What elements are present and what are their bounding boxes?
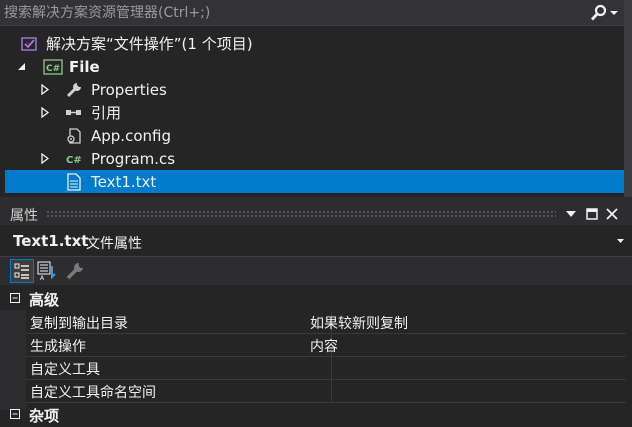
collapse-box-icon[interactable] bbox=[10, 293, 20, 303]
solution-icon bbox=[21, 35, 39, 53]
search-button[interactable] bbox=[590, 2, 622, 24]
tree-label-solution: 解决方案“文件操作”(1 个项目) bbox=[46, 35, 253, 53]
property-pages-button[interactable] bbox=[63, 259, 87, 283]
object-selector[interactable]: Text1.txt 文件属性 bbox=[0, 226, 632, 257]
properties-toolbar: A bbox=[0, 257, 632, 285]
property-value[interactable]: 内容 bbox=[310, 336, 338, 356]
column-divider bbox=[331, 380, 332, 402]
drag-grip[interactable] bbox=[46, 210, 556, 218]
property-name: 自定义工具 bbox=[30, 362, 100, 378]
tree-label-app-config: App.config bbox=[91, 126, 171, 145]
category-label: 杂项 bbox=[29, 407, 60, 425]
tree-item-app-config[interactable]: App.config bbox=[0, 124, 624, 147]
properties-title: 属性 bbox=[10, 208, 38, 224]
category-label: 高级 bbox=[29, 291, 60, 309]
search-input[interactable] bbox=[4, 3, 564, 23]
csharp-project-icon: C# bbox=[43, 58, 63, 76]
property-row[interactable]: 自定义工具命名空间 bbox=[26, 380, 626, 403]
solution-tree: 解决方案“文件操作”(1 个项目) C# File Properties 引用 … bbox=[0, 27, 632, 197]
property-row[interactable]: 生成操作 内容 bbox=[26, 334, 626, 357]
property-value[interactable]: 如果较新则复制 bbox=[310, 313, 408, 333]
tree-label-text1-txt: Text1.txt bbox=[91, 172, 157, 191]
chevron-down-icon bbox=[610, 11, 618, 15]
collapse-box-icon[interactable] bbox=[10, 409, 20, 419]
object-name: Text1.txt bbox=[13, 232, 89, 250]
csharp-file-icon: C# bbox=[65, 150, 83, 168]
category-advanced[interactable]: 高级 bbox=[0, 286, 632, 310]
wrench-icon bbox=[66, 262, 83, 280]
tree-item-project[interactable]: C# File bbox=[0, 55, 624, 78]
svg-text:C#: C# bbox=[66, 155, 82, 166]
collapsed-arrow-icon[interactable] bbox=[40, 153, 50, 165]
search-bar bbox=[0, 0, 632, 26]
column-divider bbox=[331, 357, 332, 379]
svg-text:C#: C# bbox=[46, 64, 60, 74]
property-row[interactable]: 复制到输出目录 如果较新则复制 bbox=[26, 311, 626, 334]
close-icon[interactable] bbox=[606, 208, 618, 220]
property-name: 复制到输出目录 bbox=[30, 316, 128, 332]
grid-gutter bbox=[0, 310, 26, 410]
wrench-icon bbox=[65, 81, 83, 99]
tree-item-properties[interactable]: Properties bbox=[0, 78, 624, 101]
tree-item-program-cs[interactable]: C# Program.cs bbox=[0, 147, 624, 170]
object-type: 文件属性 bbox=[86, 236, 142, 252]
property-name: 生成操作 bbox=[30, 339, 86, 355]
tree-label-program-cs: Program.cs bbox=[91, 149, 176, 168]
property-grid: 高级 复制到输出目录 如果较新则复制 生成操作 内容 自定义工具 自定义工具命名… bbox=[0, 286, 632, 425]
collapsed-arrow-icon[interactable] bbox=[40, 84, 50, 96]
tree-label-references: 引用 bbox=[91, 104, 122, 122]
svg-text:A: A bbox=[40, 275, 45, 281]
text-file-icon bbox=[65, 172, 83, 191]
dropdown-arrow-icon[interactable] bbox=[566, 211, 576, 217]
categorized-icon bbox=[14, 263, 29, 279]
categorized-button[interactable] bbox=[10, 259, 34, 283]
alphabetical-icon: A bbox=[37, 261, 56, 281]
tree-item-text1-txt[interactable]: Text1.txt bbox=[5, 170, 624, 193]
collapsed-arrow-icon[interactable] bbox=[40, 107, 50, 119]
property-row[interactable]: 自定义工具 bbox=[26, 357, 626, 380]
config-file-icon bbox=[65, 127, 83, 145]
alphabetical-button[interactable]: A bbox=[35, 259, 59, 283]
property-name: 自定义工具命名空间 bbox=[30, 385, 156, 401]
category-misc[interactable]: 杂项 bbox=[0, 403, 632, 427]
tree-label-properties: Properties bbox=[91, 80, 167, 99]
maximize-icon[interactable] bbox=[586, 208, 598, 220]
properties-titlebar: 属性 bbox=[0, 203, 632, 225]
tree-label-project: File bbox=[69, 57, 100, 76]
search-icon bbox=[590, 4, 607, 21]
chevron-down-icon bbox=[617, 239, 624, 243]
tree-scrollbar[interactable] bbox=[624, 0, 632, 197]
tree-item-references[interactable]: 引用 bbox=[0, 101, 624, 124]
references-icon bbox=[65, 104, 83, 122]
tree-item-solution[interactable]: 解决方案“文件操作”(1 个项目) bbox=[0, 32, 624, 55]
expanded-arrow-icon[interactable] bbox=[16, 61, 26, 73]
